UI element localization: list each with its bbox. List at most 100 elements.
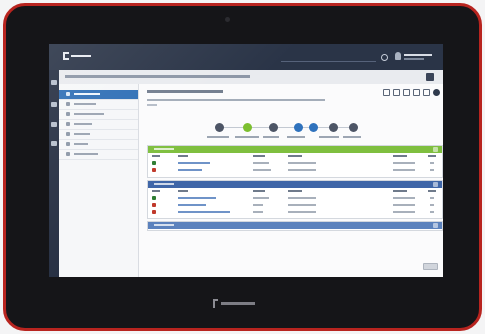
settings-icon[interactable] [433,89,440,96]
checklist-icon [66,112,70,116]
column-header [393,155,407,157]
edit-icon[interactable] [423,89,430,96]
document-icon [152,196,156,200]
sidebar-item-2[interactable] [59,100,138,110]
menu-icon[interactable] [51,102,57,107]
sidebar-item-label [74,123,92,125]
user-name[interactable] [404,54,432,56]
sidebar-item-1[interactable] [59,90,138,100]
user-role [404,58,424,60]
table-cell[interactable] [430,169,434,171]
history-icon [66,132,70,136]
workflow-step-3[interactable] [269,123,278,132]
panel-title [154,183,174,185]
table-cell [253,204,263,206]
table-row[interactable] [148,167,442,173]
panel-toggle-icon[interactable] [433,182,438,187]
table-cell[interactable] [178,169,202,171]
table-row[interactable] [148,160,442,166]
table-cell [393,204,415,206]
icon-rail [49,70,59,277]
workflow-step-2[interactable] [243,123,252,132]
workflow-step-label [319,136,339,138]
column-header [288,190,302,192]
panel-header[interactable] [148,222,442,229]
column-header [288,155,302,157]
export-icon[interactable] [413,89,420,96]
car-icon[interactable] [51,122,57,127]
workflow-step-4[interactable] [294,123,303,132]
table-cell [393,162,415,164]
sidebar-item-4[interactable] [59,120,138,130]
close-button[interactable] [423,263,438,270]
workflow-step-7[interactable] [349,123,358,132]
column-header [428,190,436,192]
camera-icon [225,17,230,22]
panel-toggle-icon[interactable] [433,147,438,152]
table-cell[interactable] [178,197,216,199]
panel-title [154,148,174,150]
sidebar-item-6[interactable] [59,140,138,150]
table-cell[interactable] [430,204,434,206]
collapsed-panel [147,221,443,231]
copy-icon[interactable] [393,89,400,96]
panel-toggle-icon[interactable] [433,223,438,228]
workflow-step-6[interactable] [329,123,338,132]
workflow-step-label [263,136,279,138]
table-cell[interactable] [430,197,434,199]
sidebar-item-label [74,143,88,145]
sidebar-item-label [74,153,98,155]
panel-title [154,224,174,226]
sidebar-item-3[interactable] [59,110,138,120]
column-header [152,190,160,192]
home-icon[interactable] [51,80,57,85]
workflow-step-label [287,136,305,138]
column-header [428,155,436,157]
column-header [178,190,188,192]
search-icon[interactable] [381,54,388,61]
table-cell [288,211,316,213]
refresh-icon[interactable] [383,89,390,96]
search-input[interactable] [281,55,376,62]
app-header [49,44,443,70]
column-header [253,190,265,192]
table-cell[interactable] [178,204,206,206]
column-header [178,155,188,157]
workflow-step-5[interactable] [309,123,318,132]
print-icon[interactable] [403,89,410,96]
table-cell [393,169,415,171]
document-icon[interactable] [51,141,57,146]
sidebar [59,84,139,277]
expand-button[interactable] [426,73,434,81]
app-logo[interactable] [63,52,91,60]
table-cell[interactable] [178,211,230,213]
panel-header[interactable] [148,181,442,188]
table-cell [253,211,263,213]
workflow-step-label [207,136,229,138]
sidebar-item-label [74,113,104,115]
table-cell[interactable] [430,162,434,164]
breadcrumb-bar [49,70,443,85]
table-cell [288,204,316,206]
panel-header[interactable] [148,146,442,153]
table-row[interactable] [148,209,442,215]
table-cell [288,162,316,164]
table-cell[interactable] [178,162,210,164]
table-row[interactable] [148,195,442,201]
table-cell[interactable] [430,211,434,213]
document-icon [66,122,70,126]
table-row[interactable] [148,202,442,208]
record-meta [147,99,325,101]
breadcrumb[interactable] [65,75,250,78]
column-header [152,155,160,157]
column-header [253,155,265,157]
link-icon [66,142,70,146]
workflow-step-1[interactable] [215,123,224,132]
user-avatar-icon[interactable] [395,52,401,60]
table-cell [253,197,269,199]
tablet-screen [49,44,443,277]
brand-logo [213,299,255,308]
document-icon [152,161,156,165]
sidebar-item-7[interactable] [59,150,138,160]
sidebar-item-5[interactable] [59,130,138,140]
